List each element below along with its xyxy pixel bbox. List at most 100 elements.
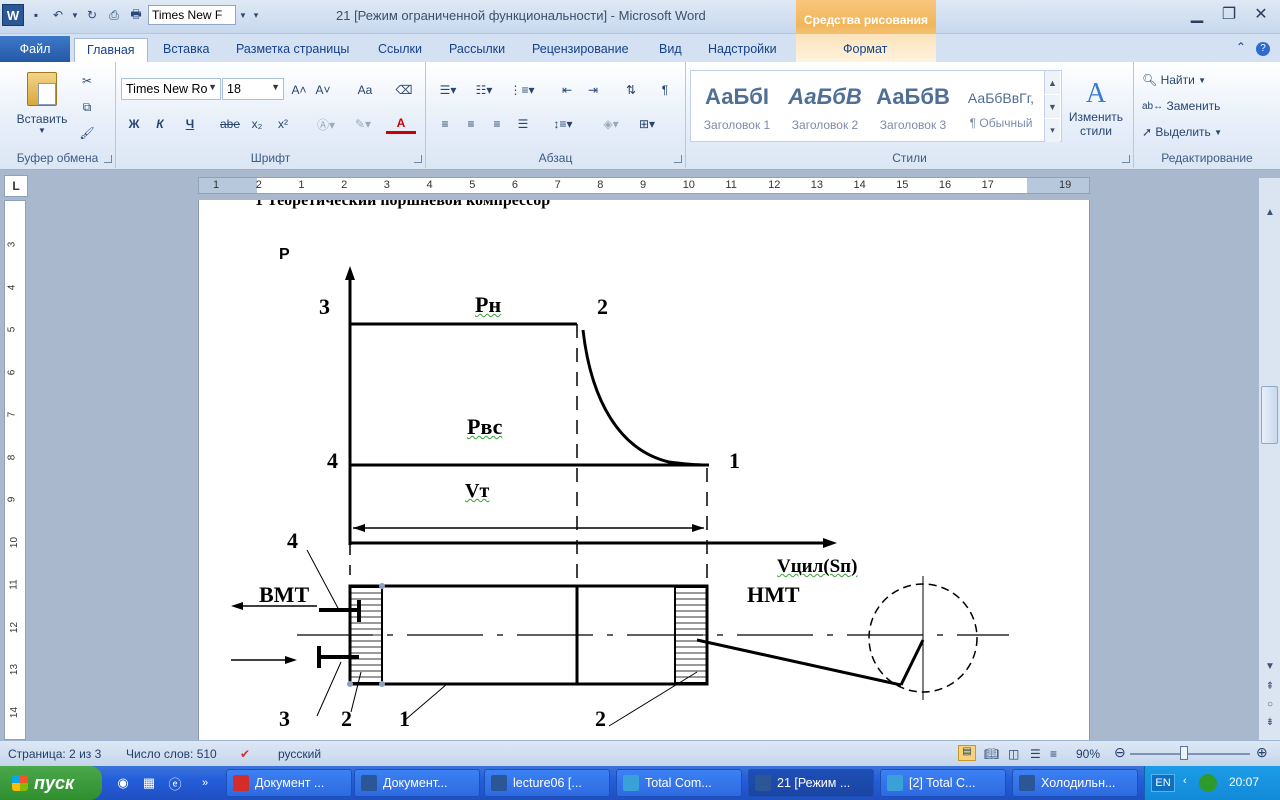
line-spacing-icon[interactable]: ↕≡▾ bbox=[548, 114, 578, 134]
taskbar-task[interactable]: Холодильн... bbox=[1012, 769, 1138, 797]
help-icon[interactable]: ? bbox=[1256, 42, 1270, 56]
font-size-combo[interactable]: 18 ▼ bbox=[222, 78, 284, 100]
bullets-icon[interactable]: ☰▾ bbox=[434, 80, 462, 100]
paste-button[interactable]: Вставить ▼ bbox=[10, 68, 74, 138]
align-center-icon[interactable]: ≡ bbox=[460, 114, 482, 134]
taskbar-task[interactable]: Total Com... bbox=[616, 769, 742, 797]
handle-point[interactable] bbox=[347, 681, 353, 687]
decrease-indent-icon[interactable]: ⇤ bbox=[556, 80, 578, 100]
print-icon[interactable]: 🖶 bbox=[126, 5, 146, 25]
tab-view[interactable]: Вид bbox=[659, 38, 682, 62]
page-count[interactable]: Страница: 2 из 3 bbox=[8, 747, 101, 761]
taskbar-task[interactable]: Документ ... bbox=[226, 769, 352, 797]
tab-format[interactable]: Формат bbox=[843, 38, 887, 62]
align-left-icon[interactable]: ≡ bbox=[434, 114, 456, 134]
next-page-icon[interactable]: ⇟ bbox=[1262, 714, 1278, 730]
styles-scroll-down-icon[interactable]: ▼ bbox=[1044, 95, 1060, 118]
word-logo-icon[interactable]: W bbox=[2, 4, 24, 26]
grow-font-button[interactable]: A˄ bbox=[288, 80, 310, 100]
save-icon[interactable]: ▪ bbox=[26, 5, 46, 25]
tab-review[interactable]: Рецензирование bbox=[532, 38, 629, 62]
outline-icon[interactable]: ☰ bbox=[1030, 747, 1041, 761]
subscript-button[interactable]: x₂ bbox=[246, 114, 268, 134]
handle-point[interactable] bbox=[379, 681, 385, 687]
change-styles-button[interactable]: A Изменить стили bbox=[1066, 72, 1126, 144]
handle-point[interactable] bbox=[379, 583, 385, 589]
style-normal[interactable]: АаБбВвГг, ¶ Обычный bbox=[958, 72, 1044, 138]
vertical-ruler[interactable]: 3456789101112131415 bbox=[4, 200, 26, 760]
show-marks-button[interactable]: ¶ bbox=[654, 80, 676, 100]
draft-icon[interactable]: ≡ bbox=[1050, 747, 1057, 761]
taskbar-task[interactable]: lecture06 [... bbox=[484, 769, 610, 797]
replace-button[interactable]: ab↔ Заменить bbox=[1142, 96, 1220, 116]
taskbar-task[interactable]: Документ... bbox=[354, 769, 480, 797]
cut-icon[interactable]: ✂ bbox=[78, 72, 96, 90]
shading-icon[interactable]: ◈▾ bbox=[596, 114, 626, 134]
find-button[interactable]: 🔍︎ Найти ▼ bbox=[1142, 70, 1206, 90]
web-layout-icon[interactable]: ◫ bbox=[1008, 747, 1019, 761]
close-icon[interactable]: ✕ bbox=[1248, 4, 1274, 24]
zoom-slider[interactable] bbox=[1130, 753, 1250, 755]
styles-scroll-up-icon[interactable]: ▲ bbox=[1044, 71, 1060, 94]
font-dialog-launcher-icon[interactable] bbox=[414, 155, 422, 163]
tab-file[interactable]: Файл bbox=[0, 36, 70, 62]
clock[interactable]: 20:07 bbox=[1229, 775, 1259, 789]
tab-insert[interactable]: Вставка bbox=[163, 38, 209, 62]
redo-icon[interactable]: ↻ bbox=[82, 5, 102, 25]
highlight-icon[interactable]: ✎▾ bbox=[348, 114, 378, 134]
sort-icon[interactable]: ⇅ bbox=[620, 80, 642, 100]
font-size-dropdown-icon[interactable]: ▼ bbox=[271, 82, 280, 92]
undo-icon[interactable]: ↶ bbox=[48, 5, 68, 25]
quicklaunch-ie-icon[interactable]: ⓔ bbox=[166, 774, 184, 792]
shrink-font-button[interactable]: A˅ bbox=[312, 80, 334, 100]
copy-icon[interactable]: ⧉ bbox=[78, 98, 96, 116]
style-heading3[interactable]: АаБбВ Заголовок 3 bbox=[870, 72, 956, 138]
font-color-button[interactable]: A bbox=[386, 114, 416, 134]
tab-page-layout[interactable]: Разметка страницы bbox=[236, 38, 349, 62]
scroll-thumb[interactable] bbox=[1261, 386, 1278, 444]
bold-button[interactable]: Ж bbox=[124, 114, 144, 134]
restore-icon[interactable]: ❐ bbox=[1216, 4, 1242, 24]
full-screen-reading-icon[interactable]: 📖︎ bbox=[984, 747, 999, 761]
tab-references[interactable]: Ссылки bbox=[378, 38, 422, 62]
numbering-icon[interactable]: ☷▾ bbox=[470, 80, 498, 100]
browse-object-icon[interactable]: ○ bbox=[1262, 696, 1278, 712]
clipboard-dialog-launcher-icon[interactable] bbox=[104, 155, 112, 163]
styles-dialog-launcher-icon[interactable] bbox=[1122, 155, 1130, 163]
multilevel-list-icon[interactable]: ⋮≡▾ bbox=[506, 80, 538, 100]
minimize-ribbon-icon[interactable]: ⌃ bbox=[1236, 40, 1246, 54]
tab-mailings[interactable]: Рассылки bbox=[449, 38, 505, 62]
zoom-out-icon[interactable]: ⊖ bbox=[1114, 744, 1126, 761]
language[interactable]: русский bbox=[278, 747, 321, 761]
minimize-icon[interactable]: ▁ bbox=[1184, 4, 1210, 24]
undo-dropdown-icon[interactable]: ▼ bbox=[70, 5, 80, 25]
underline-button[interactable]: Ч bbox=[176, 114, 204, 134]
tab-home[interactable]: Главная bbox=[74, 38, 148, 62]
quicklaunch-app-icon[interactable]: ◉ bbox=[114, 774, 132, 792]
scroll-up-icon[interactable]: ▲ bbox=[1262, 204, 1278, 220]
style-heading2[interactable]: АаБбВ Заголовок 2 bbox=[782, 72, 868, 138]
scroll-down-icon[interactable]: ▼ bbox=[1262, 658, 1278, 674]
customize-qat-icon[interactable]: ▾ bbox=[250, 5, 262, 25]
select-button[interactable]: ➚ Выделить ▼ bbox=[1142, 122, 1222, 142]
proofing-icon[interactable]: ✔ bbox=[240, 747, 250, 761]
prev-page-icon[interactable]: ⇞ bbox=[1262, 678, 1278, 694]
italic-button[interactable]: К bbox=[150, 114, 170, 134]
vertical-scrollbar[interactable]: ▲ ▼ ⇞ ○ ⇟ bbox=[1258, 178, 1280, 740]
print-preview-icon[interactable]: ⎙ bbox=[104, 5, 124, 25]
paragraph-dialog-launcher-icon[interactable] bbox=[674, 155, 682, 163]
tray-expand-icon[interactable]: ‹ bbox=[1183, 775, 1187, 787]
zoom-level[interactable]: 90% bbox=[1076, 747, 1100, 761]
font-name-combo[interactable]: Times New Ro ▼ bbox=[121, 78, 221, 100]
qat-font-dropdown-icon[interactable]: ▼ bbox=[238, 5, 248, 25]
start-button[interactable]: пуск bbox=[0, 766, 102, 800]
quicklaunch-more-icon[interactable]: » bbox=[196, 774, 214, 792]
word-count[interactable]: Число слов: 510 bbox=[126, 747, 217, 761]
increase-indent-icon[interactable]: ⇥ bbox=[582, 80, 604, 100]
tab-addins[interactable]: Надстройки bbox=[708, 38, 777, 62]
strikethrough-button[interactable]: abe bbox=[218, 114, 242, 134]
horizontal-ruler[interactable]: 1 2 1 2 3 4 5 6 7 8 9 10 11 12 13 14 15 16 17 19 bbox=[198, 177, 1090, 194]
language-indicator[interactable]: EN bbox=[1151, 774, 1175, 792]
qat-font-combo[interactable]: Times New F bbox=[148, 5, 236, 25]
taskbar-task[interactable]: 21 [Режим ... bbox=[748, 769, 874, 797]
